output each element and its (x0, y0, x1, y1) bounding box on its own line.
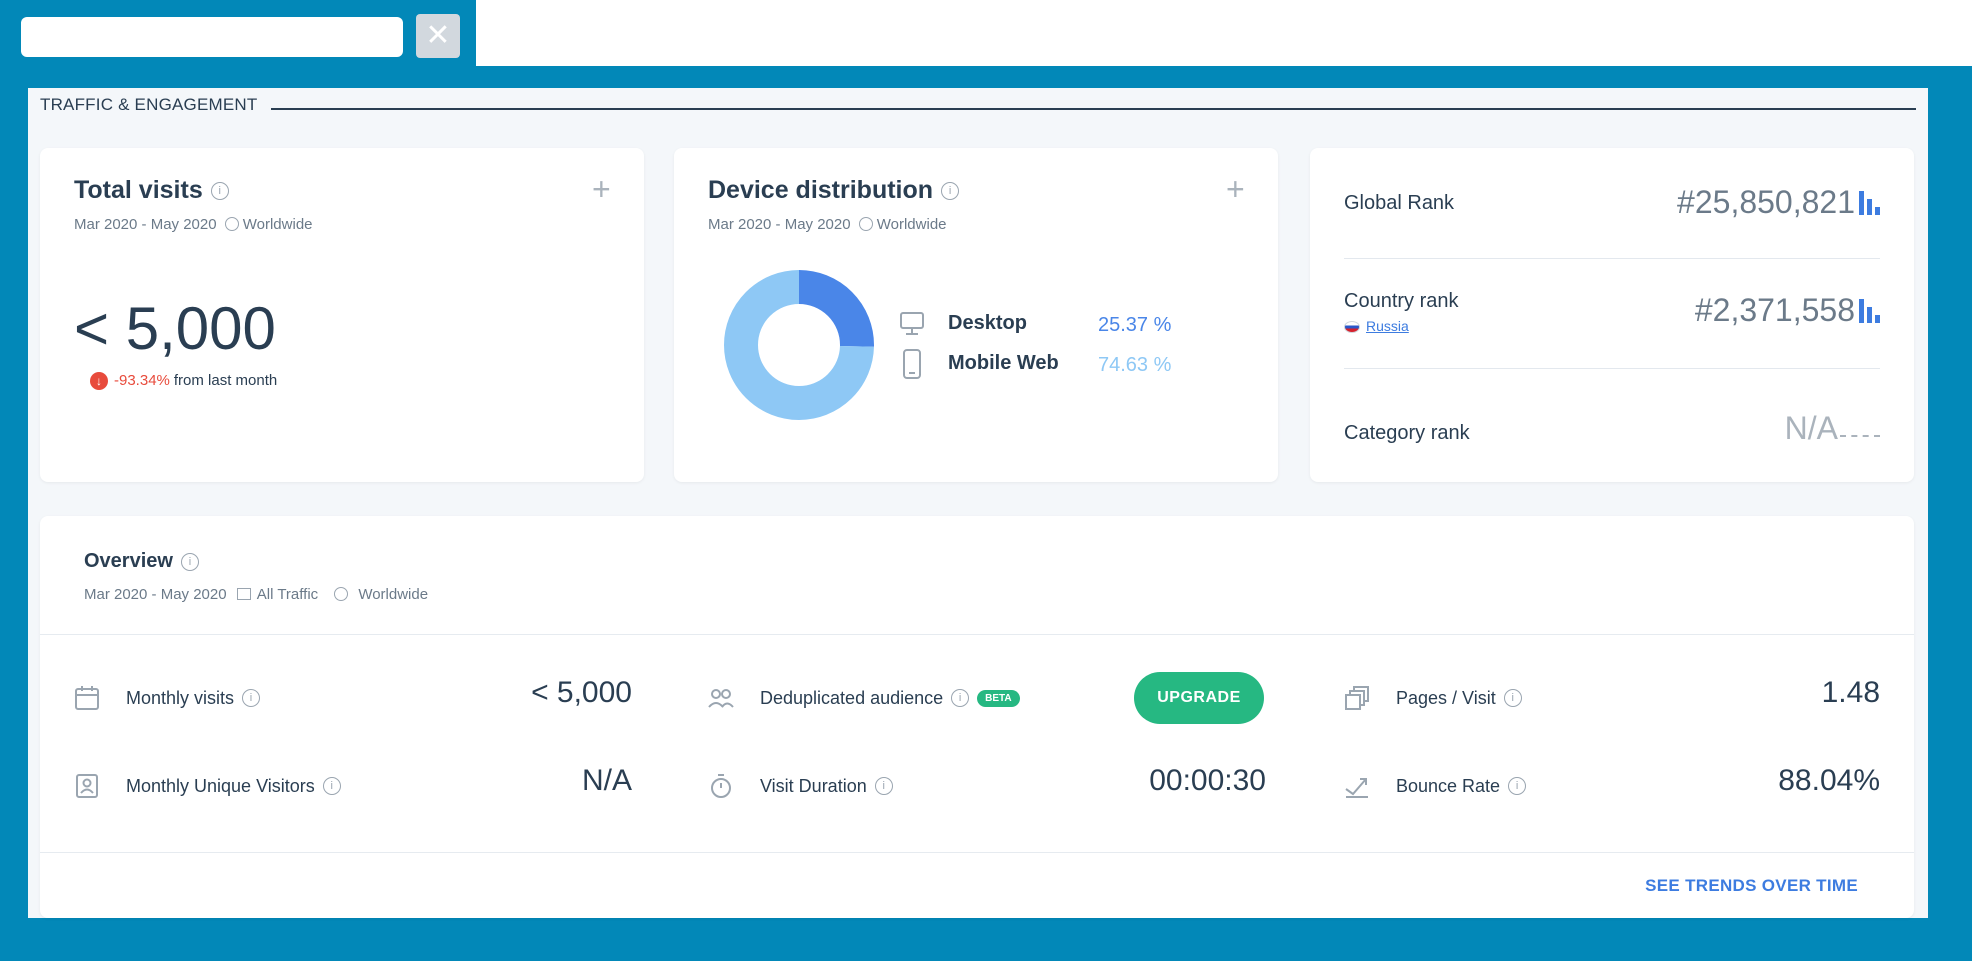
info-icon[interactable]: i (322, 777, 341, 795)
device-donut-chart (724, 270, 874, 420)
visit-duration-value: 00:00:30 (1149, 764, 1266, 797)
country-link[interactable]: Russia (1344, 318, 1409, 336)
globe-icon (858, 217, 873, 231)
rank-chart-icon[interactable] (1859, 190, 1880, 215)
dotted-underline (1840, 434, 1880, 437)
section-header: TRAFFIC & ENGAGEMENT (40, 92, 1916, 118)
section-divider (271, 108, 1916, 110)
overview-divider (40, 634, 1914, 635)
top-background (476, 0, 1972, 66)
beta-badge: BETA (977, 689, 1020, 707)
mobile-web-value: 74.63 % (1098, 354, 1172, 376)
id-badge-icon (76, 774, 98, 798)
pages-visit-value: 1.48 (1821, 676, 1880, 709)
section-title: TRAFFIC & ENGAGEMENT (40, 95, 258, 114)
info-icon[interactable]: i (874, 777, 893, 795)
pages-visit-row: Pages / Visit i (1344, 676, 1522, 720)
close-tab-button[interactable]: ✕ (416, 14, 460, 58)
unique-visitors-row: Monthly Unique Visitors i (74, 764, 341, 808)
legend-desktop: Desktop 25.37 % (898, 310, 1238, 340)
upgrade-button[interactable]: UPGRADE (1134, 672, 1264, 724)
category-rank-row: Category rank N/A (1310, 368, 1914, 482)
country-rank-value: #2,371,558 (1695, 292, 1880, 329)
device-distribution-card: Device distribution i + Mar 2020 - May 20… (674, 148, 1278, 482)
dedup-audience-row: Deduplicated audience i BETA (708, 676, 1020, 720)
device-distribution-title: Device distribution i (708, 176, 960, 205)
tab-name-input[interactable] (21, 17, 403, 57)
unique-visitors-value: N/A (581, 764, 632, 797)
monthly-visits-row: Monthly visits i (74, 676, 261, 720)
calendar-icon (75, 686, 99, 710)
info-icon[interactable]: i (242, 689, 261, 707)
overview-card: Overview i Mar 2020 - May 2020 All Traffi… (40, 516, 1914, 918)
global-rank-row: Global Rank #25,850,821 (1310, 148, 1914, 258)
monitor-icon (900, 312, 924, 335)
users-icon (708, 689, 734, 708)
info-icon[interactable]: i (210, 182, 229, 201)
rank-chart-icon[interactable] (1859, 298, 1880, 323)
phone-icon (903, 349, 921, 379)
overview-subtitle: Mar 2020 - May 2020 All Traffic Worldwid… (84, 586, 429, 603)
visit-duration-row: Visit Duration i (708, 764, 893, 808)
total-visits-card: Total visits i + Mar 2020 - May 2020 Worl… (40, 148, 644, 482)
globe-icon (334, 587, 349, 601)
total-visits-subtitle: Mar 2020 - May 2020 Worldwide (74, 216, 313, 233)
traffic-icon (236, 588, 251, 600)
bounce-rate-value: 88.04% (1778, 764, 1880, 797)
global-rank-value: #25,850,821 (1677, 184, 1880, 221)
bounce-icon (1345, 778, 1368, 798)
see-trends-link[interactable]: SEE TRENDS OVER TIME (1645, 876, 1858, 896)
info-icon[interactable]: i (941, 182, 960, 201)
info-icon[interactable]: i (1503, 689, 1522, 707)
category-rank-value: N/A (1785, 410, 1880, 447)
traffic-engagement-panel: TRAFFIC & ENGAGEMENT Total visits i + Mar… (28, 88, 1928, 918)
tab-bar: ✕ (0, 0, 476, 66)
desktop-value: 25.37 % (1098, 314, 1172, 336)
ranks-card: Global Rank #25,850,821 Country rank Rus… (1310, 148, 1914, 482)
globe-icon (224, 217, 239, 231)
arrow-down-icon: ↓ (90, 372, 108, 390)
info-icon[interactable]: i (951, 689, 970, 707)
add-button[interactable]: + (1226, 173, 1245, 205)
device-distribution-subtitle: Mar 2020 - May 2020 Worldwide (708, 216, 947, 233)
russia-flag-icon (1344, 320, 1360, 333)
total-visits-value: < 5,000 (74, 295, 276, 362)
info-icon[interactable]: i (1508, 777, 1527, 795)
pages-icon (1345, 686, 1369, 710)
close-icon: ✕ (425, 19, 451, 52)
legend-mobile-web: Mobile Web 74.63 % (898, 348, 1238, 382)
info-icon[interactable]: i (180, 552, 199, 571)
overview-title: Overview i (84, 550, 199, 573)
bounce-rate-row: Bounce Rate i (1344, 764, 1527, 808)
monthly-visits-value: < 5,000 (531, 676, 632, 709)
total-visits-change: ↓ -93.34% from last month (90, 372, 277, 390)
total-visits-title: Total visits i (74, 176, 229, 205)
overview-footer-divider (40, 852, 1914, 853)
stopwatch-icon (711, 774, 731, 798)
add-button[interactable]: + (592, 173, 611, 205)
country-rank-row: Country rank Russia #2,371,558 (1310, 258, 1914, 368)
